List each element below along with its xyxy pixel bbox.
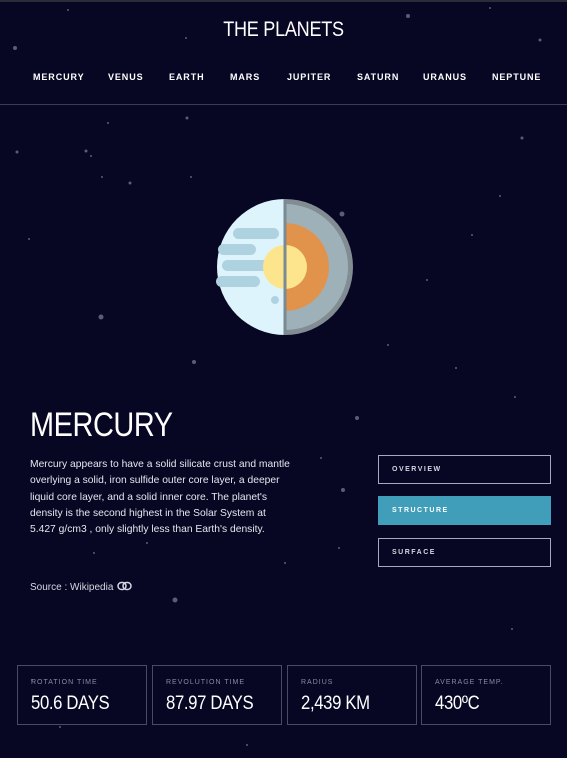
- planet-structure-illustration: [216, 198, 354, 336]
- nav-item-jupiter[interactable]: JUPITER: [287, 72, 331, 82]
- stat-card-radius: RADIUS 2,439 KM: [287, 665, 417, 725]
- planet-name-heading: MERCURY: [30, 406, 173, 444]
- stat-card-temperature: AVERAGE TEMP. 430ºC: [421, 665, 551, 725]
- planet-nav: MERCURY VENUS EARTH MARS JUPITER SATURN …: [0, 72, 567, 86]
- stat-card-revolution: REVOLUTION TIME 87.97 DAYS: [152, 665, 282, 725]
- stat-value: 87.97 DAYS: [166, 693, 254, 714]
- site-title[interactable]: THE PLANETS: [40, 18, 528, 42]
- tab-surface[interactable]: SURFACE: [378, 538, 551, 567]
- stat-value: 50.6 DAYS: [31, 693, 110, 714]
- nav-item-mercury[interactable]: MERCURY: [33, 72, 84, 82]
- nav-item-mars[interactable]: MARS: [230, 72, 260, 82]
- stat-label: REVOLUTION TIME: [166, 679, 246, 686]
- source-wikipedia-link[interactable]: Wikipedia: [70, 582, 113, 593]
- nav-item-uranus[interactable]: URANUS: [423, 72, 467, 82]
- nav-item-neptune[interactable]: NEPTUNE: [492, 72, 541, 82]
- stat-card-rotation: ROTATION TIME 50.6 DAYS: [17, 665, 147, 725]
- tab-overview[interactable]: OVERVIEW: [378, 455, 551, 484]
- nav-item-venus[interactable]: VENUS: [108, 72, 144, 82]
- stat-label: ROTATION TIME: [31, 679, 98, 686]
- stat-value: 430ºC: [435, 693, 480, 714]
- starfield-background: [13, 7, 542, 746]
- source-line: Source : Wikipedia: [30, 581, 133, 594]
- tab-structure[interactable]: STRUCTURE: [378, 496, 551, 525]
- planet-description: Mercury appears to have a solid silicate…: [30, 459, 290, 536]
- mercury-cutaway-image: [216, 199, 353, 335]
- stat-label: RADIUS: [301, 679, 334, 686]
- planet-stats: ROTATION TIME 50.6 DAYS REVOLUTION TIME …: [17, 665, 551, 725]
- stat-value: 2,439 KM: [301, 693, 370, 714]
- nav-item-earth[interactable]: EARTH: [169, 72, 205, 82]
- stat-label: AVERAGE TEMP.: [435, 679, 504, 686]
- site-header: THE PLANETS MERCURY VENUS EARTH MARS JUP…: [0, 0, 567, 105]
- link-icon[interactable]: [117, 581, 133, 594]
- source-label: Source :: [30, 582, 71, 594]
- nav-item-saturn[interactable]: SATURN: [357, 72, 399, 82]
